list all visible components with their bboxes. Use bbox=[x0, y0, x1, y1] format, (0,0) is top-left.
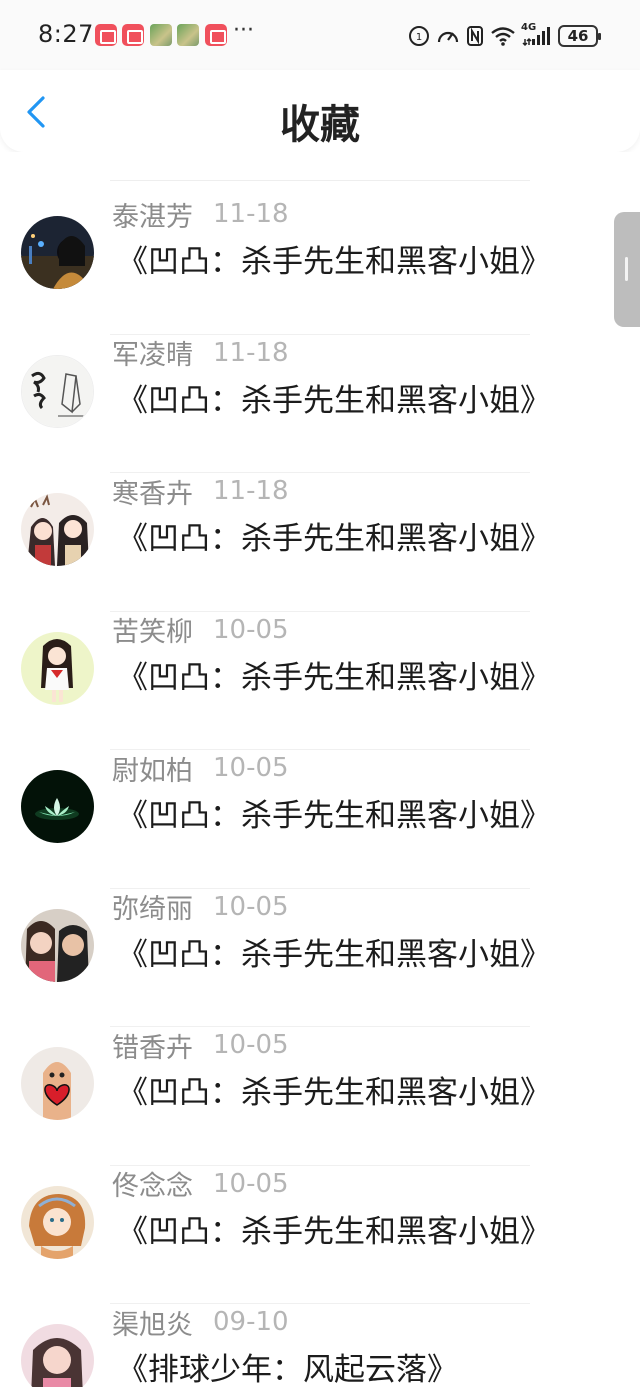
user-name: 渠旭炎 bbox=[112, 1309, 193, 1341]
favorites-list: 泰湛芳 11-18 《凹凸：杀手先生和黑客小姐》 军凌晴 11-18 《凹凸：杀… bbox=[0, 152, 640, 1387]
item-meta: 佟念念 10-05 bbox=[112, 1166, 289, 1203]
item-date: 11-18 bbox=[213, 337, 289, 368]
book-title[interactable]: 《凹凸：杀手先生和黑客小姐》 bbox=[117, 513, 551, 558]
item-date: 10-05 bbox=[213, 891, 289, 922]
user-name: 苦笑柳 bbox=[112, 617, 193, 648]
item-meta: 泰湛芳 11-18 bbox=[112, 196, 289, 233]
app-notification-icon bbox=[205, 24, 227, 46]
book-title[interactable]: 《凹凸：杀手先生和黑客小姐》 bbox=[117, 236, 551, 281]
book-title[interactable]: 《凹凸：杀手先生和黑客小姐》 bbox=[117, 790, 551, 835]
user-name: 寒香卉 bbox=[112, 478, 193, 510]
item-meta: 错香卉 10-05 bbox=[112, 1027, 289, 1064]
list-item[interactable]: 军凌晴 11-18 《凹凸：杀手先生和黑客小姐》 bbox=[0, 335, 640, 473]
more-notifications-icon: ··· bbox=[233, 18, 254, 43]
avatar[interactable] bbox=[21, 770, 94, 843]
status-time: 8:27 bbox=[38, 20, 94, 48]
user-name: 泰湛芳 bbox=[112, 201, 193, 233]
avatar[interactable] bbox=[21, 1185, 94, 1259]
list-item[interactable]: 苦笑柳 10-05 《凹凸：杀手先生和黑客小姐》 bbox=[0, 612, 640, 750]
avatar[interactable] bbox=[21, 1047, 94, 1120]
page-title: 收藏 bbox=[280, 102, 360, 148]
avatar[interactable] bbox=[21, 216, 94, 289]
avatar[interactable] bbox=[21, 354, 94, 428]
avatar[interactable] bbox=[21, 1324, 94, 1387]
app-notification-icon bbox=[122, 24, 144, 46]
network-type-label: 4G bbox=[521, 22, 537, 33]
list-item[interactable]: 渠旭炎 09-10 《排球少年：风起云落》 bbox=[0, 1304, 640, 1387]
system-icons: 1 4G 46 bbox=[408, 22, 601, 49]
nfc-icon bbox=[466, 24, 484, 48]
image-notification-icon bbox=[150, 24, 172, 46]
app-notification-icon bbox=[95, 24, 117, 46]
item-meta: 尉如柏 10-05 bbox=[112, 750, 289, 787]
list-item[interactable]: 泰湛芳 11-18 《凹凸：杀手先生和黑客小姐》 bbox=[0, 196, 640, 335]
list-item[interactable]: 寒香卉 11-18 《凹凸：杀手先生和黑客小姐》 bbox=[0, 473, 640, 612]
cellular-signal-icon: 4G bbox=[521, 22, 552, 48]
image-notification-icon bbox=[177, 24, 199, 46]
battery-icon: 46 bbox=[558, 25, 601, 47]
wifi-icon bbox=[490, 24, 516, 48]
user-name: 军凌晴 bbox=[112, 340, 193, 371]
item-date: 10-05 bbox=[213, 1168, 289, 1199]
book-title[interactable]: 《排球少年：风起云落》 bbox=[117, 1344, 458, 1387]
book-title[interactable]: 《凹凸：杀手先生和黑客小姐》 bbox=[117, 929, 551, 974]
item-date: 09-10 bbox=[213, 1307, 289, 1337]
scroll-handle[interactable] bbox=[614, 212, 640, 327]
list-item[interactable]: 尉如柏 10-05 《凹凸：杀手先生和黑客小姐》 bbox=[0, 750, 640, 889]
list-item[interactable]: 佟念念 10-05 《凹凸：杀手先生和黑客小姐》 bbox=[0, 1166, 640, 1304]
nav-bar: 收藏 bbox=[0, 70, 640, 152]
divider bbox=[110, 180, 530, 181]
data-saver-icon: 1 bbox=[408, 24, 430, 48]
avatar[interactable] bbox=[21, 631, 94, 705]
item-date: 10-05 bbox=[213, 1030, 289, 1060]
user-name: 弥绮丽 bbox=[112, 894, 193, 925]
user-name: 错香卉 bbox=[112, 1032, 193, 1064]
avatar[interactable] bbox=[21, 908, 94, 982]
item-meta: 弥绮丽 10-05 bbox=[112, 889, 289, 926]
item-date: 11-18 bbox=[213, 199, 289, 229]
avatar[interactable] bbox=[21, 493, 94, 566]
list-item[interactable]: 错香卉 10-05 《凹凸：杀手先生和黑客小姐》 bbox=[0, 1027, 640, 1166]
book-title[interactable]: 《凹凸：杀手先生和黑客小姐》 bbox=[117, 652, 551, 697]
book-title[interactable]: 《凹凸：杀手先生和黑客小姐》 bbox=[117, 1067, 551, 1112]
list-item[interactable]: 弥绮丽 10-05 《凹凸：杀手先生和黑客小姐》 bbox=[0, 889, 640, 1027]
item-date: 10-05 bbox=[213, 753, 289, 783]
user-name: 尉如柏 bbox=[112, 755, 193, 787]
item-meta: 寒香卉 11-18 bbox=[112, 473, 289, 510]
item-date: 11-18 bbox=[213, 476, 289, 506]
book-title[interactable]: 《凹凸：杀手先生和黑客小姐》 bbox=[117, 375, 551, 420]
status-bar: 8:27 ··· 1 4G 46 bbox=[0, 0, 640, 70]
item-meta: 苦笑柳 10-05 bbox=[112, 612, 289, 649]
item-meta: 军凌晴 11-18 bbox=[112, 335, 289, 372]
svg-text:1: 1 bbox=[416, 32, 422, 43]
item-date: 10-05 bbox=[213, 614, 289, 645]
item-meta: 渠旭炎 09-10 bbox=[112, 1304, 289, 1341]
speedometer-icon bbox=[436, 24, 460, 48]
user-name: 佟念念 bbox=[112, 1171, 193, 1202]
book-title[interactable]: 《凹凸：杀手先生和黑客小姐》 bbox=[117, 1206, 551, 1251]
